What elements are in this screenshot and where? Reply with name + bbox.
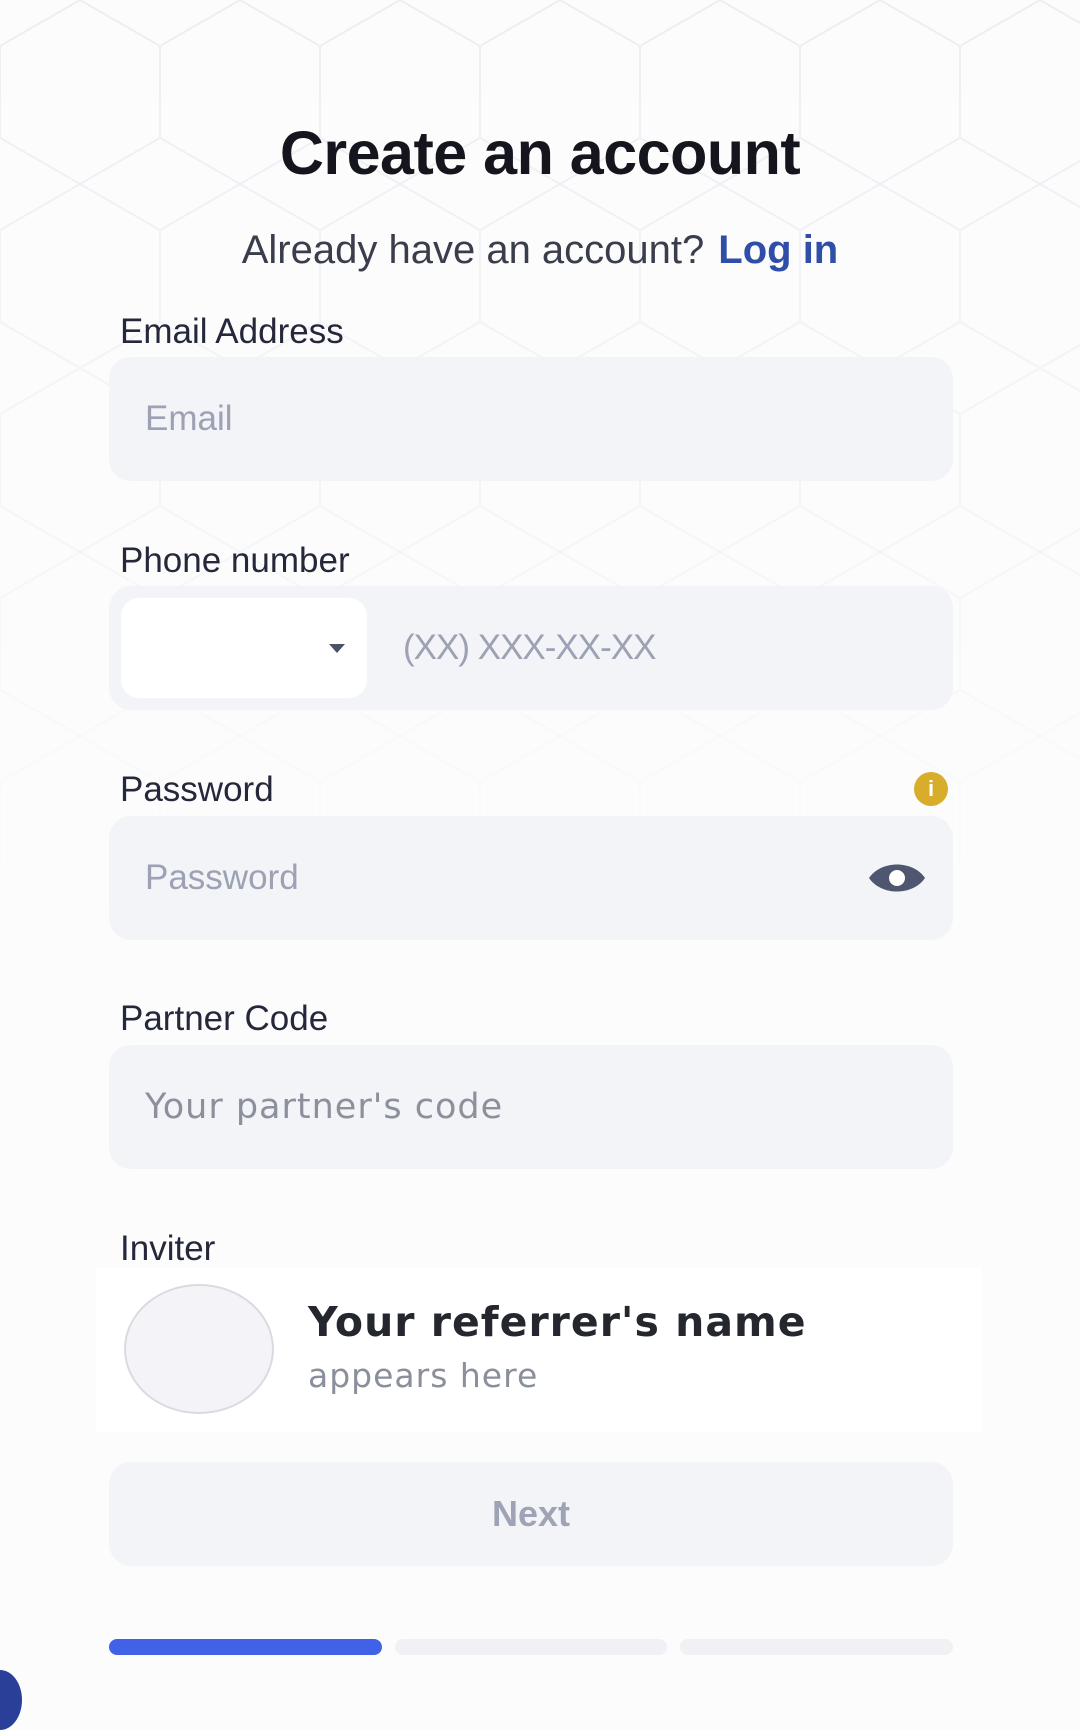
inviter-label: Inviter [120,1229,216,1268]
email-label: Email Address [120,312,344,351]
partner-code-field[interactable]: Your partner's code [109,1045,953,1169]
phone-label: Phone number [120,541,350,580]
phone-placeholder: (XX) XXX-XX-XX [403,628,656,667]
step-indicator-3 [680,1639,953,1655]
eye-icon[interactable] [867,858,927,898]
inviter-card: Your referrer's name appears here [96,1268,982,1432]
country-code-select[interactable] [121,598,367,698]
chevron-down-icon [329,644,345,653]
password-label: Password [120,770,274,809]
step-indicator-2 [395,1639,667,1655]
step-indicator-1 [109,1639,382,1655]
avatar [124,1284,274,1414]
login-prompt-text: Already have an account? [241,228,705,272]
email-placeholder: Email [145,399,233,438]
floating-widget[interactable] [0,1670,22,1730]
partner-code-label: Partner Code [120,999,329,1038]
login-prompt: Already have an account? Log in [0,228,1080,273]
partner-code-placeholder: Your partner's code [145,1087,504,1127]
referrer-name: Your referrer's name [308,1298,807,1346]
page-title: Create an account [279,119,801,187]
referrer-subtext: appears here [308,1356,539,1395]
info-icon[interactable]: i [914,772,948,806]
login-link[interactable]: Log in [718,228,838,272]
next-button[interactable]: Next [109,1462,953,1566]
phone-field[interactable]: (XX) XXX-XX-XX [109,586,953,710]
password-field[interactable]: Password [109,816,953,940]
email-field[interactable]: Email [109,357,953,481]
password-placeholder: Password [145,858,299,897]
